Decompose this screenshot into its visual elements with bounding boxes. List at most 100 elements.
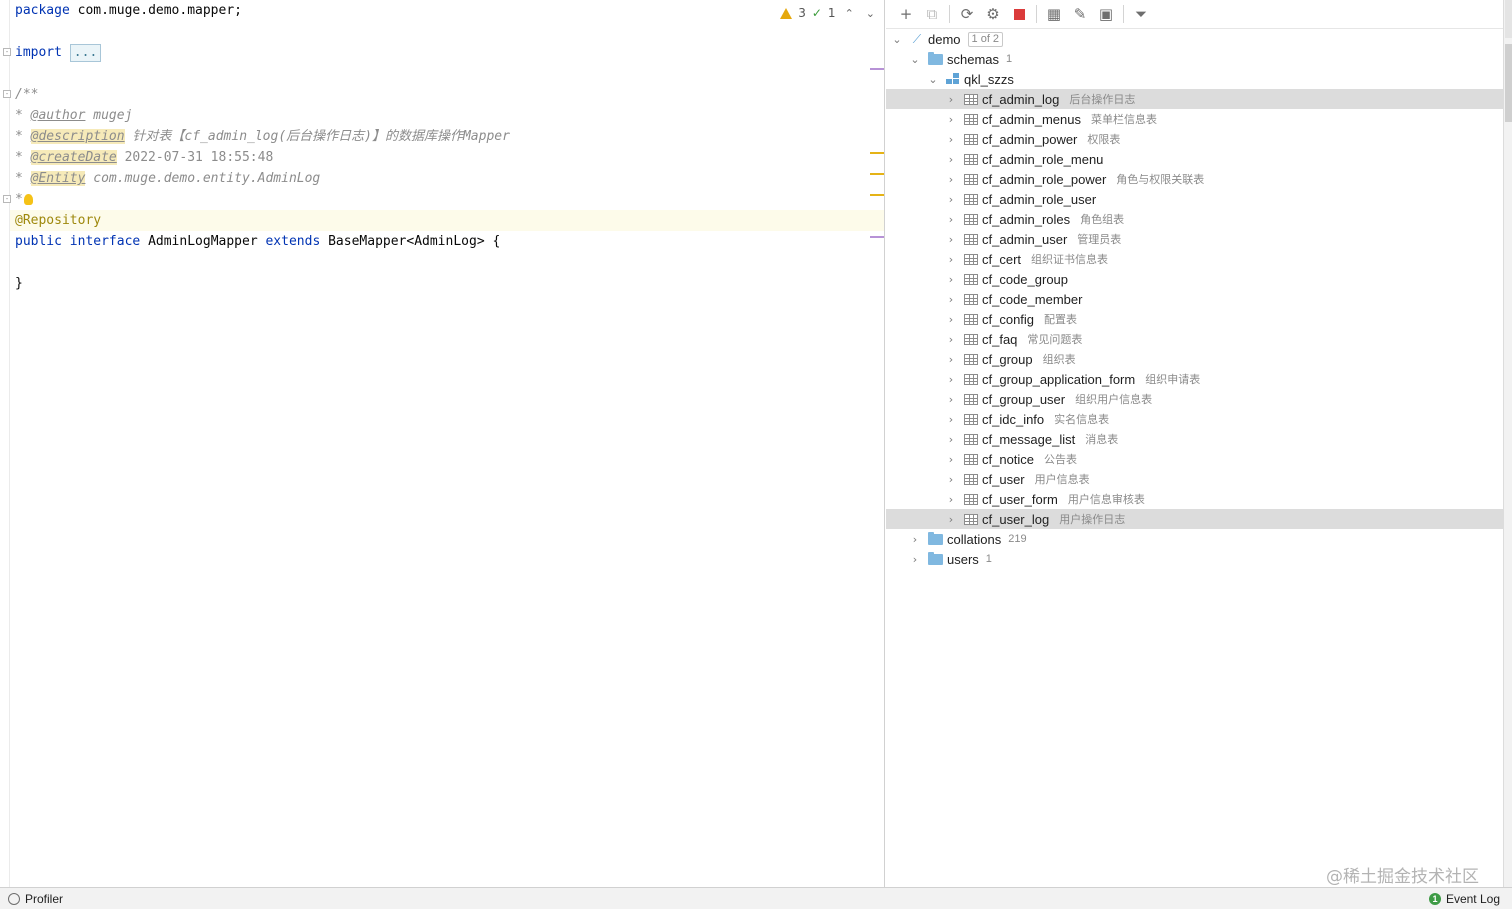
database-toolbar: + ⧉ ⟳ ⚙ ▦ ✎ ▣ ⏷: [886, 0, 1503, 29]
chevron-right-icon[interactable]: ›: [944, 333, 958, 346]
chevron-right-icon[interactable]: ›: [944, 313, 958, 326]
table-row[interactable]: › cf_idc_info 实名信息表: [886, 409, 1503, 429]
chevron-right-icon[interactable]: ›: [944, 453, 958, 466]
chevron-right-icon[interactable]: ›: [944, 153, 958, 166]
chevron-right-icon[interactable]: ›: [908, 553, 922, 566]
table-row[interactable]: › cf_group_application_form 组织申请表: [886, 369, 1503, 389]
database-tool-tab[interactable]: [1505, 44, 1512, 122]
table-row[interactable]: › cf_admin_roles 角色组表: [886, 209, 1503, 229]
chevron-right-icon[interactable]: ›: [944, 93, 958, 106]
chevron-right-icon[interactable]: ›: [944, 133, 958, 146]
chevron-right-icon[interactable]: ›: [944, 193, 958, 206]
table-row[interactable]: › cf_admin_power 权限表: [886, 129, 1503, 149]
chevron-right-icon[interactable]: ›: [944, 493, 958, 506]
event-log-button[interactable]: 1 Event Log: [1428, 892, 1500, 906]
chevron-right-icon[interactable]: ›: [944, 173, 958, 186]
fold-comment-end-icon[interactable]: -: [3, 195, 11, 203]
table-row[interactable]: › cf_code_member: [886, 289, 1503, 309]
table-row[interactable]: › cf_admin_role_user: [886, 189, 1503, 209]
chevron-right-icon[interactable]: ›: [944, 253, 958, 266]
add-icon[interactable]: +: [894, 3, 918, 25]
code-line-package[interactable]: package com.muge.demo.mapper;: [15, 0, 242, 21]
tree-node-schemas[interactable]: ⌄ schemas 1: [886, 49, 1503, 69]
fold-comment-icon[interactable]: -: [3, 90, 11, 98]
tree-node-collations[interactable]: › collations 219: [886, 529, 1503, 549]
code-line-interface[interactable]: public interface AdminLogMapper extends …: [15, 231, 500, 252]
tree-node-schema[interactable]: ⌄ qkl_szzs: [886, 69, 1503, 89]
warning-icon: [780, 7, 793, 19]
copy-icon[interactable]: ⧉: [920, 3, 944, 25]
table-row[interactable]: › cf_admin_log 后台操作日志: [886, 89, 1503, 109]
error-stripe-marker[interactable]: [870, 194, 884, 196]
chevron-right-icon[interactable]: ›: [944, 413, 958, 426]
stop-icon[interactable]: [1007, 3, 1031, 25]
table-row[interactable]: › cf_admin_role_menu: [886, 149, 1503, 169]
table-row[interactable]: › cf_user_form 用户信息审核表: [886, 489, 1503, 509]
table-row[interactable]: › cf_cert 组织证书信息表: [886, 249, 1503, 269]
table-row[interactable]: › cf_notice 公告表: [886, 449, 1503, 469]
tool-window-tab[interactable]: [1505, 0, 1512, 38]
code-line-entity[interactable]: * @Entity com.muge.demo.entity.AdminLog: [15, 168, 320, 189]
table-comment: 后台操作日志: [1069, 94, 1136, 106]
previous-highlight-icon[interactable]: ⌃: [842, 7, 857, 20]
table-row[interactable]: › cf_admin_role_power 角色与权限关联表: [886, 169, 1503, 189]
import-fold-placeholder[interactable]: ...: [69, 44, 102, 62]
table-row[interactable]: › cf_admin_user 管理员表: [886, 229, 1503, 249]
refresh-icon[interactable]: ⟳: [955, 3, 979, 25]
profiler-button[interactable]: Profiler: [8, 892, 63, 906]
code-editor[interactable]: - - - 3 ✓ 1 ⌃ ⌄ package com.muge.demo.ma…: [0, 0, 885, 887]
table-icon: [964, 353, 978, 365]
code-line-author[interactable]: * @author mugej: [15, 105, 132, 126]
chevron-right-icon[interactable]: ›: [944, 113, 958, 126]
code-line-close-brace[interactable]: }: [15, 273, 23, 294]
chevron-right-icon[interactable]: ›: [944, 373, 958, 386]
table-icon: [964, 293, 978, 305]
table-row[interactable]: › cf_user_log 用户操作日志: [886, 509, 1503, 529]
lightbulb-icon[interactable]: [23, 194, 33, 205]
edit-icon[interactable]: ✎: [1068, 3, 1092, 25]
table-row[interactable]: › cf_message_list 消息表: [886, 429, 1503, 449]
chevron-right-icon[interactable]: ›: [944, 473, 958, 486]
chevron-right-icon[interactable]: ›: [944, 273, 958, 286]
package-name: com.muge.demo.mapper;: [69, 3, 242, 18]
code-line-create-date[interactable]: * @createDate 2022-07-31 18:55:48: [15, 147, 273, 168]
filter-icon[interactable]: ⏷: [1129, 3, 1153, 25]
chevron-right-icon[interactable]: ›: [908, 533, 922, 546]
table-row[interactable]: › cf_group_user 组织用户信息表: [886, 389, 1503, 409]
error-stripe-marker[interactable]: [870, 68, 884, 70]
chevron-down-icon[interactable]: ⌄: [908, 53, 922, 66]
table-row[interactable]: › cf_code_group: [886, 269, 1503, 289]
table-row[interactable]: › cf_config 配置表: [886, 309, 1503, 329]
error-stripe-marker[interactable]: [870, 236, 884, 238]
chevron-right-icon[interactable]: ›: [944, 393, 958, 406]
code-line-doc-open[interactable]: /**: [15, 84, 38, 105]
chevron-down-icon[interactable]: ⌄: [890, 33, 904, 46]
chevron-right-icon[interactable]: ›: [944, 213, 958, 226]
code-line-annotation[interactable]: @Repository: [15, 210, 101, 231]
inspection-widget[interactable]: 3 ✓ 1 ⌃ ⌄: [780, 4, 878, 22]
chevron-right-icon[interactable]: ›: [944, 293, 958, 306]
chevron-right-icon[interactable]: ›: [944, 513, 958, 526]
table-row[interactable]: › cf_admin_menus 菜单栏信息表: [886, 109, 1503, 129]
table-row[interactable]: › cf_group 组织表: [886, 349, 1503, 369]
tree-node-demo[interactable]: ⌄ ⟋ demo 1 of 2: [886, 29, 1503, 49]
fold-import-icon[interactable]: -: [3, 48, 11, 56]
chevron-right-icon[interactable]: ›: [944, 433, 958, 446]
chevron-right-icon[interactable]: ›: [944, 353, 958, 366]
tree-node-users[interactable]: › users 1: [886, 549, 1503, 569]
console-icon[interactable]: ▣: [1094, 3, 1118, 25]
error-stripe-marker[interactable]: [870, 152, 884, 154]
table-icon: [964, 393, 978, 405]
code-line-import[interactable]: import ...: [15, 42, 102, 63]
edit-settings-icon[interactable]: ⚙: [981, 3, 1005, 25]
next-highlight-icon[interactable]: ⌄: [863, 7, 878, 20]
table-row[interactable]: › cf_user 用户信息表: [886, 469, 1503, 489]
folder-icon: [928, 551, 943, 565]
table-row[interactable]: › cf_faq 常见问题表: [886, 329, 1503, 349]
chevron-right-icon[interactable]: ›: [944, 233, 958, 246]
table-view-icon[interactable]: ▦: [1042, 3, 1066, 25]
code-line-doc-close[interactable]: *: [15, 189, 33, 210]
code-line-description[interactable]: * @description 针对表【cf_admin_log(后台操作日志)】…: [15, 126, 510, 147]
error-stripe-marker[interactable]: [870, 173, 884, 175]
chevron-down-icon[interactable]: ⌄: [926, 73, 940, 86]
